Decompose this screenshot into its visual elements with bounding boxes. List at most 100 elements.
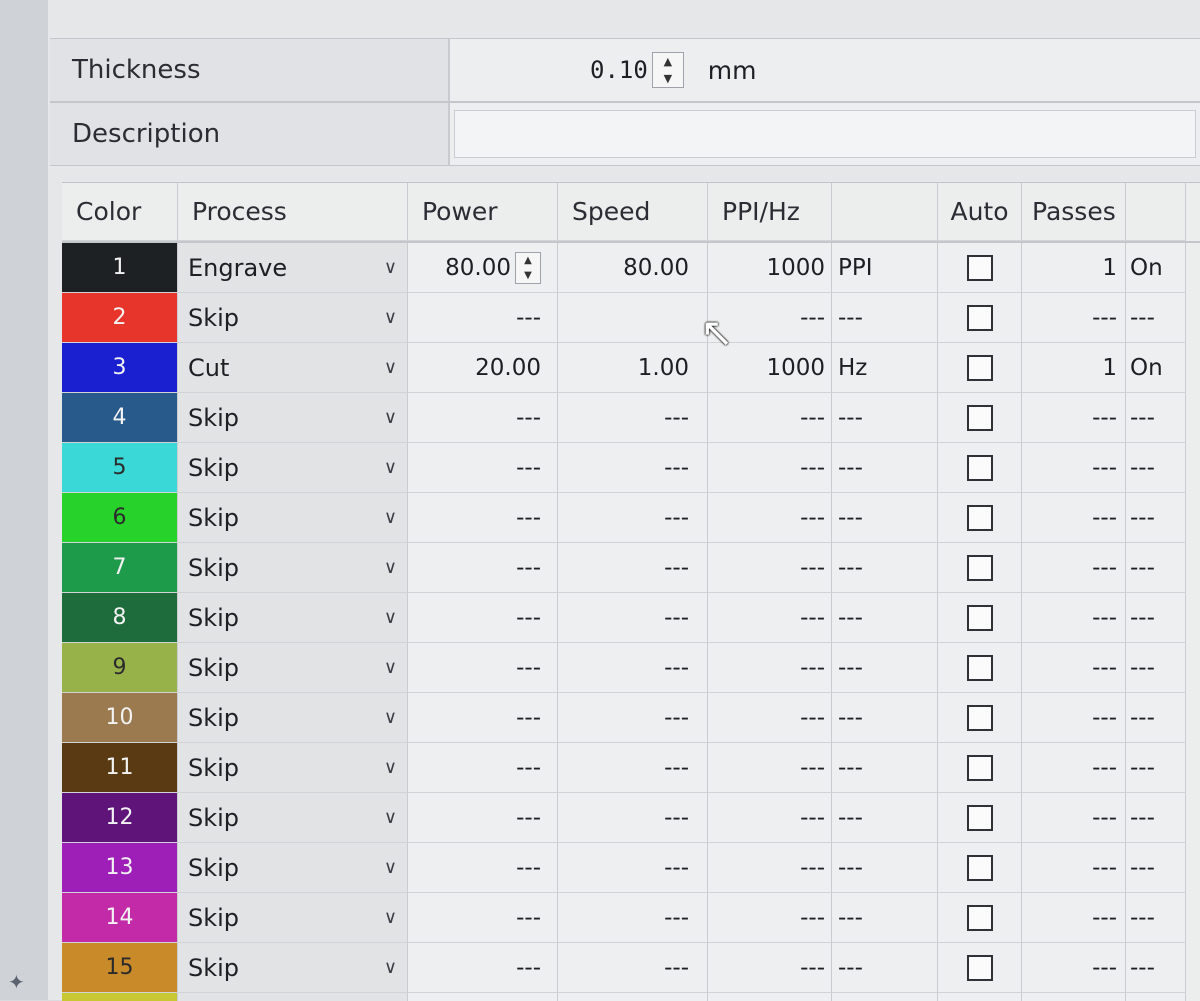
process-select[interactable]: Skip ∨ — [178, 643, 408, 693]
color-swatch[interactable]: 10 — [62, 693, 178, 743]
power-cell[interactable]: --- — [408, 843, 558, 893]
auto-checkbox[interactable] — [966, 454, 993, 481]
color-swatch[interactable]: 12 — [62, 793, 178, 843]
speed-cell[interactable]: --- — [558, 693, 708, 743]
ppi-hz-cell[interactable]: --- — [708, 443, 832, 493]
frequency-unit-cell[interactable]: --- — [832, 443, 938, 493]
extra-cell[interactable]: --- — [1126, 843, 1186, 893]
power-spin-icon[interactable]: ▲ ▼ — [515, 251, 541, 284]
chevron-down-icon[interactable]: ∨ — [384, 457, 397, 478]
speed-cell[interactable]: --- — [558, 443, 708, 493]
ppi-hz-cell[interactable]: --- — [708, 743, 832, 793]
power-cell[interactable]: --- — [408, 643, 558, 693]
frequency-unit-cell[interactable]: Hz — [832, 343, 938, 393]
header-auto[interactable]: Auto — [938, 183, 1022, 241]
color-swatch[interactable]: 1 — [62, 243, 178, 293]
frequency-unit-cell[interactable]: --- — [832, 893, 938, 943]
power-cell[interactable]: --- — [408, 393, 558, 443]
chevron-down-icon[interactable]: ∨ — [384, 607, 397, 628]
ppi-hz-cell[interactable]: --- — [708, 843, 832, 893]
power-cell[interactable]: --- — [408, 743, 558, 793]
color-swatch[interactable]: 3 — [62, 343, 178, 393]
frequency-unit-cell[interactable]: --- — [832, 843, 938, 893]
auto-checkbox[interactable] — [966, 604, 993, 631]
frequency-unit-cell[interactable]: --- — [832, 393, 938, 443]
speed-cell[interactable]: --- — [558, 593, 708, 643]
frequency-unit-cell[interactable]: --- — [832, 693, 938, 743]
passes-cell[interactable]: --- — [1022, 393, 1126, 443]
process-select[interactable]: Skip ∨ — [178, 393, 408, 443]
chevron-down-icon[interactable]: ∨ — [384, 557, 397, 578]
speed-cell[interactable]: --- — [558, 793, 708, 843]
passes-cell[interactable]: --- — [1022, 793, 1126, 843]
auto-checkbox[interactable] — [966, 654, 993, 681]
thickness-stepper[interactable]: 0.10 ▲ ▼ mm — [590, 52, 757, 88]
ppi-hz-cell[interactable]: --- — [708, 493, 832, 543]
header-process[interactable]: Process — [178, 183, 408, 241]
color-swatch[interactable]: 5 — [62, 443, 178, 493]
frequency-unit-cell[interactable]: --- — [832, 493, 938, 543]
ppi-hz-cell[interactable]: --- — [708, 543, 832, 593]
auto-checkbox[interactable] — [966, 354, 993, 381]
extra-cell[interactable]: --- — [1126, 393, 1186, 443]
passes-cell[interactable]: --- — [1022, 593, 1126, 643]
speed-cell[interactable]: --- — [558, 943, 708, 993]
ppi-hz-cell[interactable]: --- — [708, 943, 832, 993]
header-ppi-hz[interactable]: PPI/Hz — [708, 183, 832, 241]
process-select[interactable]: Skip ∨ — [178, 843, 408, 893]
chevron-down-icon[interactable]: ∨ — [384, 757, 397, 778]
auto-checkbox[interactable] — [966, 854, 993, 881]
auto-checkbox[interactable] — [966, 254, 993, 281]
frequency-unit-cell[interactable]: --- — [832, 643, 938, 693]
color-swatch[interactable]: 15 — [62, 943, 178, 993]
pin-icon[interactable]: ✦ — [8, 970, 25, 994]
header-speed[interactable]: Speed — [558, 183, 708, 241]
process-select[interactable]: Skip ∨ — [178, 593, 408, 643]
speed-cell[interactable]: --- — [558, 393, 708, 443]
frequency-unit-cell[interactable]: PPI — [832, 243, 938, 293]
extra-cell[interactable]: --- — [1126, 593, 1186, 643]
process-select[interactable]: Skip ∨ — [178, 693, 408, 743]
power-cell[interactable]: --- — [408, 893, 558, 943]
extra-cell[interactable]: --- — [1126, 793, 1186, 843]
process-select[interactable]: Skip ∨ — [178, 793, 408, 843]
frequency-unit-cell[interactable]: --- — [832, 593, 938, 643]
chevron-down-icon[interactable]: ∨ — [384, 307, 397, 328]
header-passes[interactable]: Passes — [1022, 183, 1126, 241]
process-select[interactable]: Skip ∨ — [178, 743, 408, 793]
frequency-unit-cell[interactable]: --- — [832, 543, 938, 593]
passes-cell[interactable]: 1 — [1022, 243, 1126, 293]
ppi-hz-cell[interactable]: --- — [708, 393, 832, 443]
process-select[interactable]: Skip ∨ — [178, 943, 408, 993]
ppi-hz-cell[interactable]: --- — [708, 893, 832, 943]
extra-cell[interactable]: --- — [1126, 293, 1186, 343]
auto-checkbox[interactable] — [966, 904, 993, 931]
extra-cell[interactable]: --- — [1126, 493, 1186, 543]
frequency-unit-cell[interactable]: --- — [832, 793, 938, 843]
speed-cell[interactable]: 80.00 — [558, 243, 708, 293]
color-swatch[interactable]: 2 — [62, 293, 178, 343]
power-cell[interactable]: --- — [408, 543, 558, 593]
extra-cell[interactable]: --- — [1126, 743, 1186, 793]
color-swatch[interactable]: 8 — [62, 593, 178, 643]
chevron-down-icon[interactable]: ∨ — [384, 907, 397, 928]
extra-cell[interactable]: --- — [1126, 893, 1186, 943]
auto-checkbox[interactable] — [966, 804, 993, 831]
passes-cell[interactable]: --- — [1022, 543, 1126, 593]
passes-cell[interactable]: --- — [1022, 293, 1126, 343]
ppi-hz-cell[interactable]: --- — [708, 643, 832, 693]
extra-cell[interactable]: --- — [1126, 693, 1186, 743]
extra-cell[interactable]: --- — [1126, 643, 1186, 693]
chevron-down-icon[interactable]: ∨ — [384, 807, 397, 828]
speed-cell[interactable]: --- — [558, 743, 708, 793]
chevron-down-icon[interactable]: ∨ — [384, 707, 397, 728]
chevron-down-icon[interactable]: ∨ — [384, 357, 397, 378]
color-swatch[interactable]: 4 — [62, 393, 178, 443]
frequency-unit-cell[interactable]: --- — [832, 293, 938, 343]
power-cell[interactable]: 80.00 ▲ ▼ — [408, 243, 558, 293]
extra-cell[interactable]: --- — [1126, 443, 1186, 493]
extra-cell[interactable]: --- — [1126, 943, 1186, 993]
passes-cell[interactable]: --- — [1022, 893, 1126, 943]
passes-cell[interactable]: --- — [1022, 743, 1126, 793]
passes-cell[interactable]: --- — [1022, 843, 1126, 893]
